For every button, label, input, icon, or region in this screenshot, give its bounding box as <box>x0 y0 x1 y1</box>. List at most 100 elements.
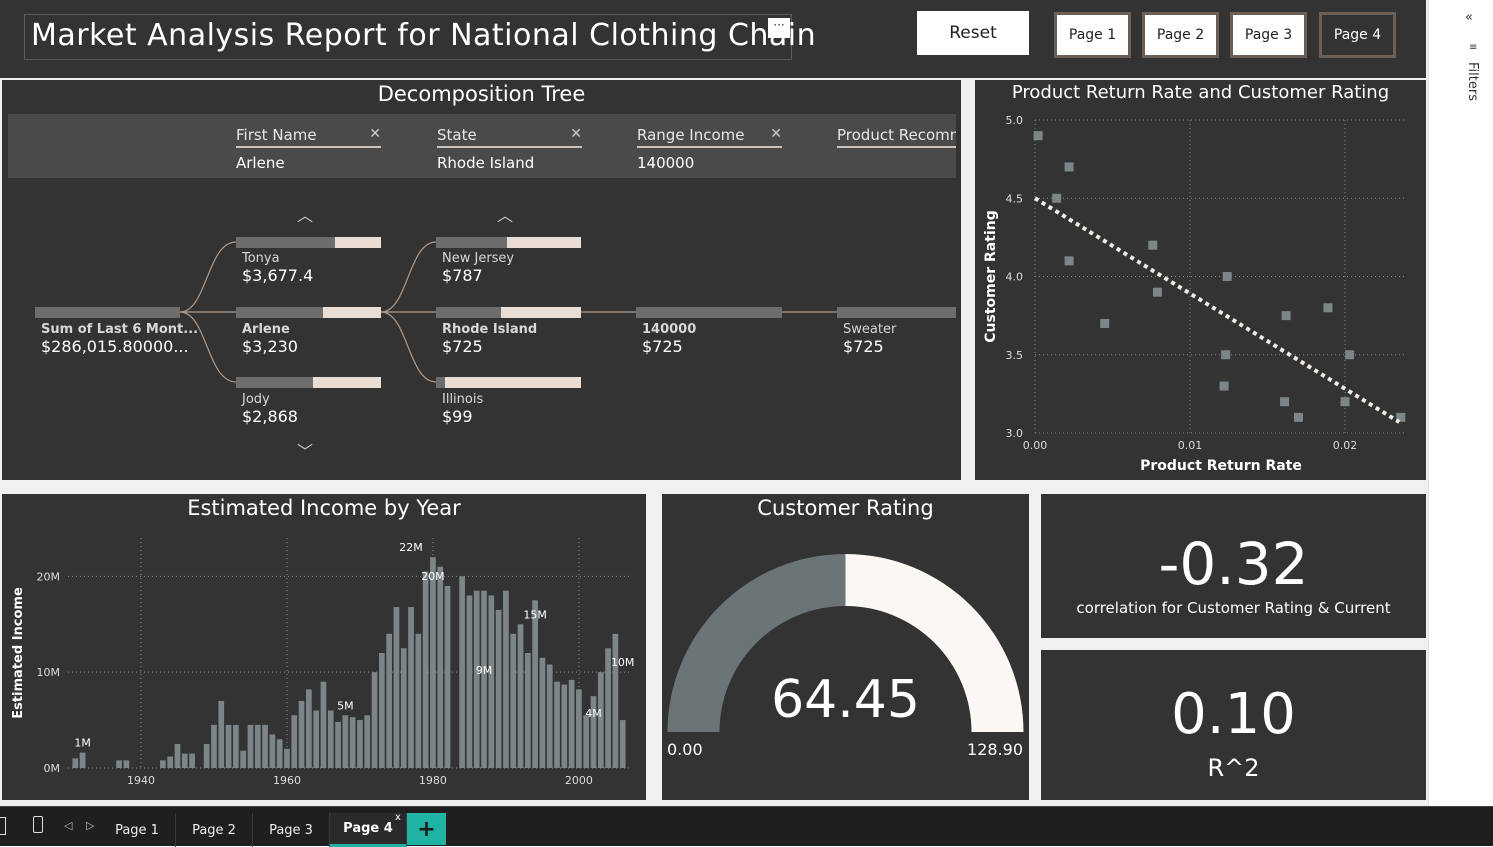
scatter-point <box>1100 318 1110 328</box>
correlation-label: correlation for Customer Rating & Curren… <box>1076 599 1391 617</box>
income-bar <box>488 595 495 768</box>
product-node-label: Sweater <box>843 322 897 337</box>
customer-rating-gauge[interactable]: Customer Rating 64.45 0.00 128.90 <box>662 494 1029 800</box>
desktop-view-icon[interactable] <box>0 817 6 835</box>
mobile-view-icon[interactable] <box>33 816 43 833</box>
chevron-down-icon[interactable]: ﹀ <box>297 438 313 462</box>
tab-page-3[interactable]: Page 3 <box>253 813 330 847</box>
income-bar-chart[interactable]: Estimated Income by Year 0M 10M 20M 1940 196… <box>2 494 646 800</box>
connector-line <box>380 311 437 383</box>
x-tick-label: 1980 <box>419 774 447 787</box>
collapse-icon[interactable]: « <box>1465 10 1473 25</box>
range-income-node-value: $725 <box>642 337 683 356</box>
scatter-point <box>1221 350 1231 360</box>
data-label: 20M <box>421 570 445 583</box>
income-bar <box>408 607 414 768</box>
x-axis-label: Product Return Rate <box>1140 458 1302 474</box>
first-name-node-value: $3,677.4 <box>242 266 314 285</box>
income-bar <box>532 600 538 768</box>
income-bar <box>597 672 604 768</box>
root-node-bar[interactable] <box>35 307 180 318</box>
tab-page-1[interactable]: Page 1 <box>99 813 176 847</box>
income-bar <box>568 679 575 768</box>
income-bar <box>342 715 349 768</box>
range-income-node-bar[interactable] <box>636 307 782 318</box>
scatter-point <box>1064 162 1074 172</box>
income-bar <box>298 700 305 768</box>
filters-pane[interactable]: « ≡ Filters <box>1428 0 1493 806</box>
tab-page-2[interactable]: Page 2 <box>176 813 253 847</box>
page-2-button[interactable]: Page 2 <box>1142 12 1219 58</box>
state-node-bar[interactable] <box>436 237 581 248</box>
more-options-icon[interactable]: ··· <box>768 18 790 38</box>
income-bar <box>320 681 327 768</box>
income-bar <box>335 722 341 768</box>
state-node-bar[interactable] <box>436 377 581 388</box>
y-tick-label: 20M <box>37 570 61 583</box>
income-bar <box>612 633 619 768</box>
x-tick-label: 0.01 <box>1178 439 1203 452</box>
connector-line <box>179 241 237 313</box>
data-label: 10M <box>611 656 635 669</box>
first-name-node-bar[interactable] <box>236 237 381 248</box>
product-node-bar[interactable] <box>837 307 956 318</box>
state-node-bar[interactable] <box>436 307 581 318</box>
income-bar <box>495 609 502 768</box>
y-axis-label: Customer Rating <box>983 210 999 342</box>
gauge-value: 64.45 <box>771 670 920 730</box>
gauge-max-label: 128.90 <box>967 740 1023 759</box>
correlation-card[interactable]: -0.32 correlation for Customer Rating & … <box>1041 494 1426 638</box>
data-label: 4M <box>585 707 602 720</box>
income-bar <box>466 595 473 768</box>
income-bar <box>160 760 166 768</box>
income-bar <box>247 724 254 768</box>
reset-button[interactable]: Reset <box>917 11 1029 55</box>
filters-label[interactable]: Filters <box>1465 62 1480 101</box>
income-bar <box>218 700 225 768</box>
chevron-up-icon[interactable]: ︿ <box>497 202 513 226</box>
chevron-up-icon[interactable]: ︿ <box>297 202 313 226</box>
first-name-node-bar[interactable] <box>236 307 381 318</box>
income-bar <box>524 653 531 768</box>
scatter-chart[interactable]: Product Return Rate and Customer Rating … <box>975 80 1426 480</box>
state-node-label: Rhode Island <box>442 322 538 337</box>
income-bar <box>619 720 626 768</box>
income-plot-area: 0M 10M 20M 1940 1960 1980 2000 1M 5M 22M 20M 9M 15M 4… <box>11 538 635 787</box>
scroll-right-icon[interactable]: ▷ <box>86 819 94 832</box>
income-bar <box>510 633 517 768</box>
page-4-button[interactable]: Page 4 <box>1319 12 1396 58</box>
income-bar <box>262 724 268 768</box>
scatter-point <box>1148 240 1158 250</box>
data-label: 1M <box>74 737 91 750</box>
income-bar <box>546 664 553 768</box>
r-squared-card[interactable]: 0.10 R^2 <box>1041 650 1426 800</box>
y-tick-label: 10M <box>37 666 61 679</box>
scatter-point <box>1052 193 1062 203</box>
first-name-node-value: $3,230 <box>242 337 298 356</box>
scroll-left-icon[interactable]: ◁ <box>64 819 72 832</box>
income-bar <box>313 710 320 768</box>
income-bar <box>291 715 298 768</box>
first-name-node-label: Arlene <box>242 322 290 337</box>
page-1-button[interactable]: Page 1 <box>1054 12 1131 58</box>
first-name-node-bar[interactable] <box>236 377 381 388</box>
scatter-point <box>1219 381 1229 391</box>
scatter-point <box>1222 272 1232 281</box>
r-squared-value: 0.10 <box>1171 682 1296 747</box>
close-tab-icon[interactable]: x <box>395 812 401 823</box>
product-node-value: $725 <box>843 337 884 356</box>
title-textbox[interactable]: Market Analysis Report for National Clot… <box>24 14 816 60</box>
income-bar <box>393 607 400 768</box>
x-tick-label: 1960 <box>273 774 301 787</box>
y-tick-label: 0M <box>44 762 61 775</box>
income-bar <box>503 590 509 768</box>
page-3-button[interactable]: Page 3 <box>1230 12 1307 58</box>
add-page-button[interactable]: + <box>407 813 446 845</box>
data-label: 9M <box>476 664 493 677</box>
y-tick-label: 3.5 <box>1006 349 1024 362</box>
income-bar <box>459 576 465 768</box>
income-bar <box>554 681 560 768</box>
data-label: 15M <box>523 608 547 621</box>
decomposition-tree[interactable]: Decomposition Tree First Name ✕ Arlene S… <box>2 80 961 480</box>
income-bar <box>233 724 239 768</box>
